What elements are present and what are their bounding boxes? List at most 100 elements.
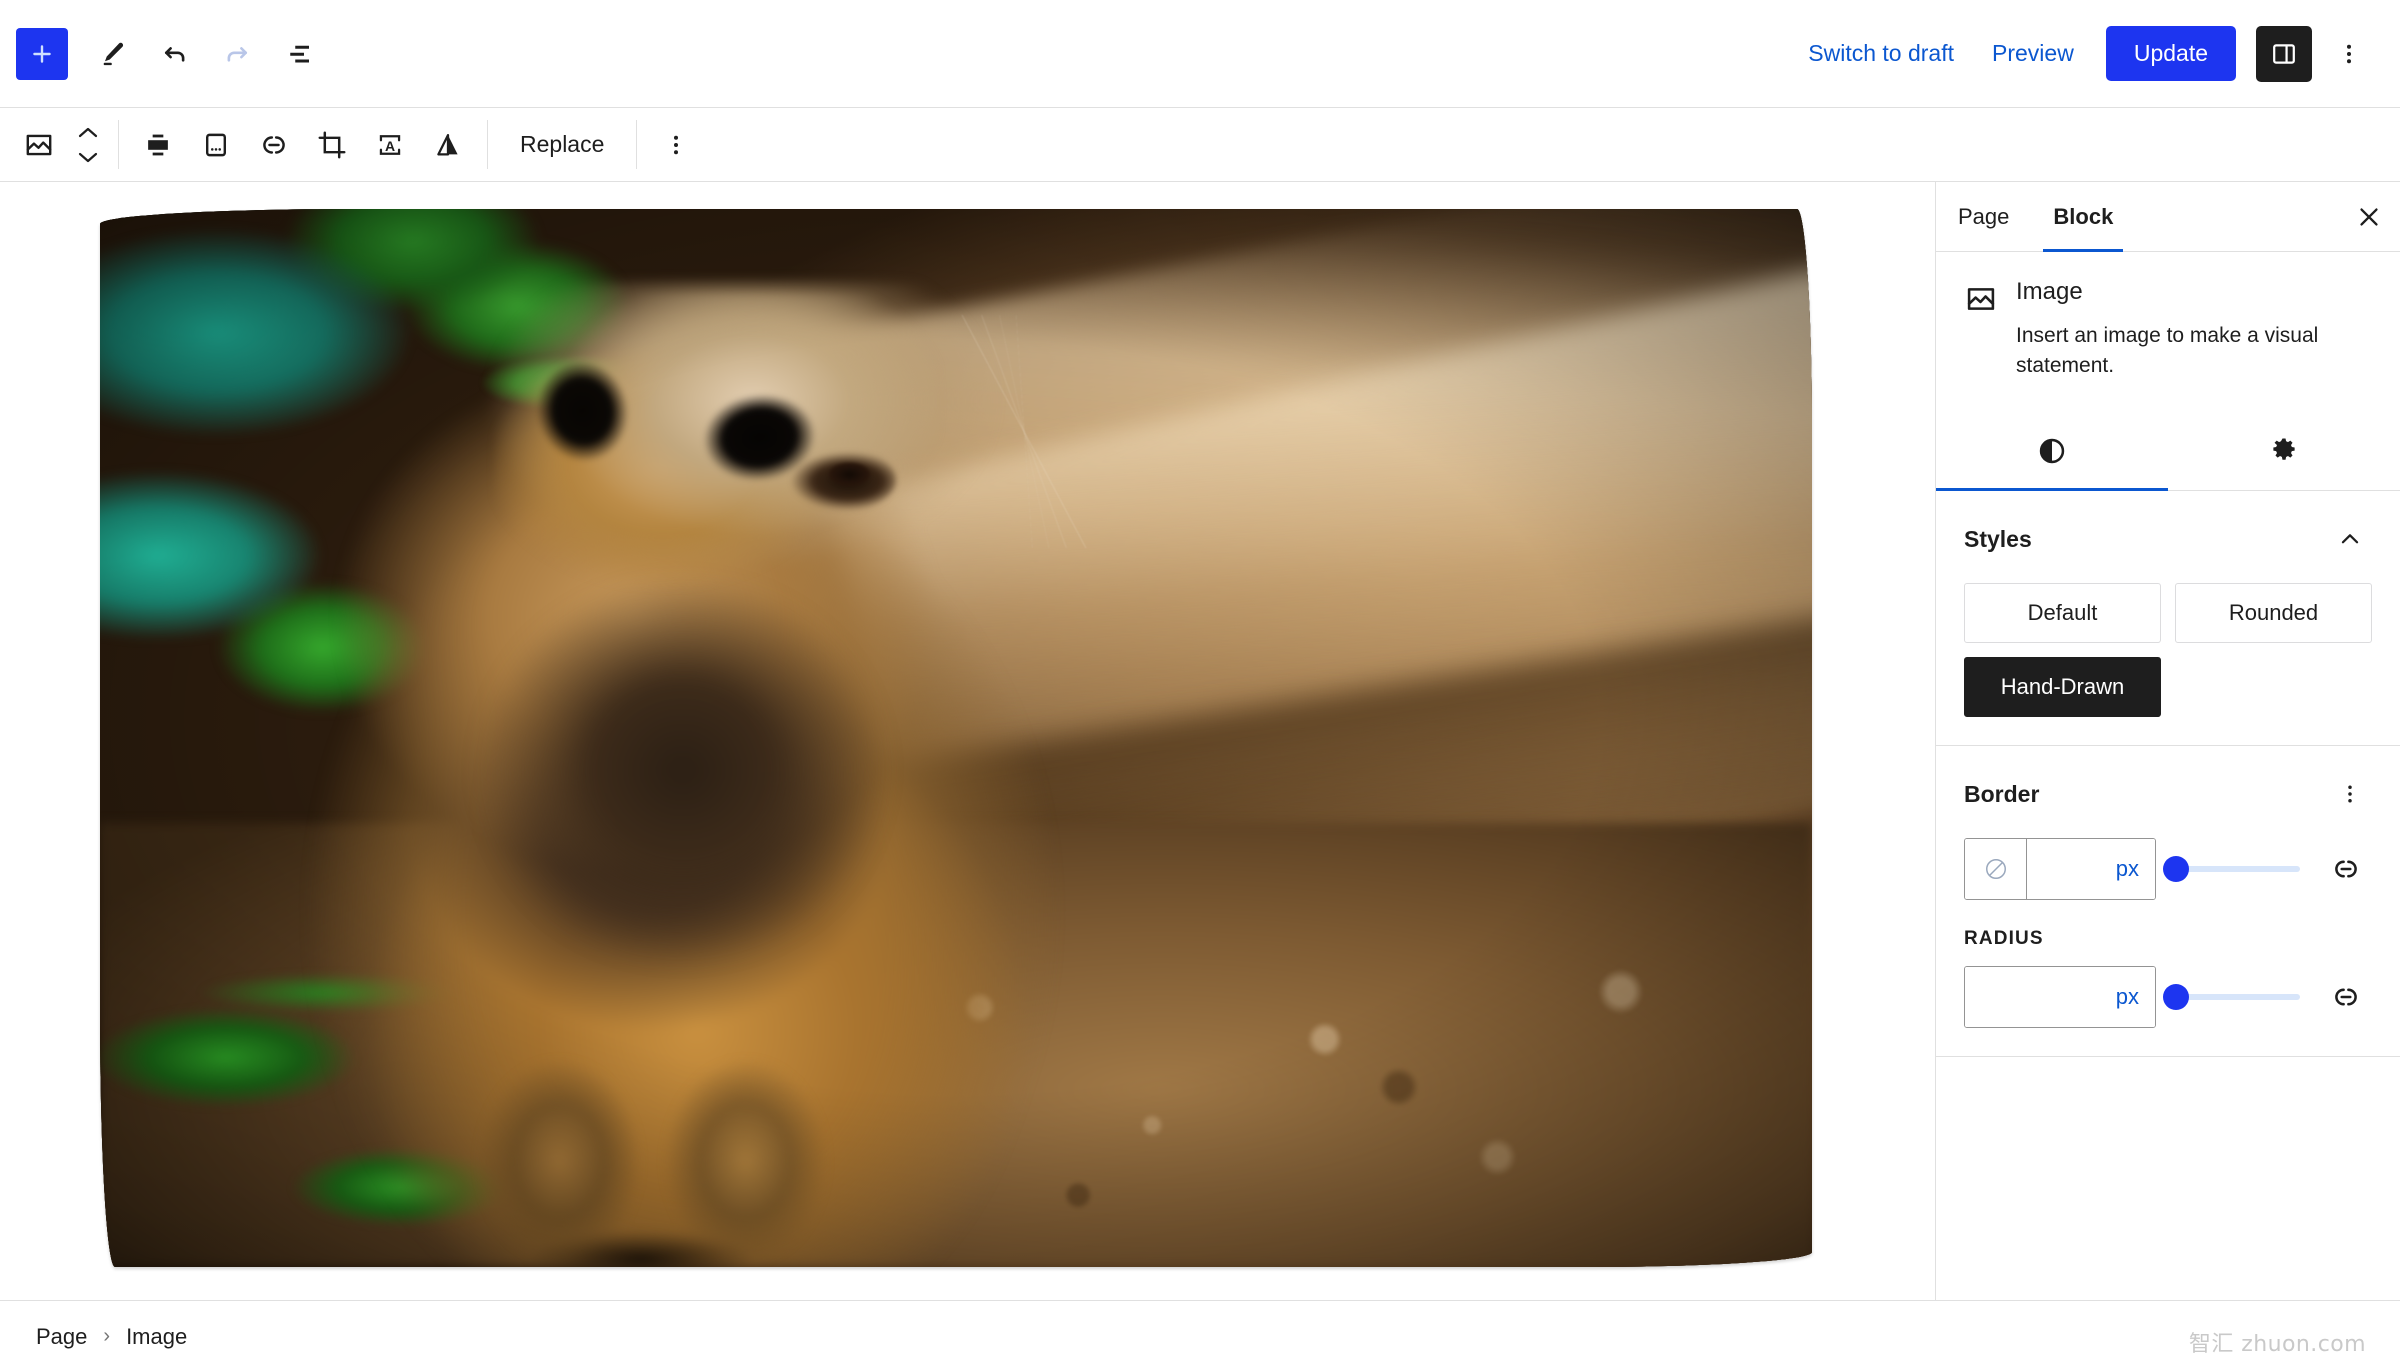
update-button[interactable]: Update [2105,26,2236,81]
top-bar-right-actions: Switch to draft Preview Update [1792,25,2400,82]
align-button[interactable] [129,116,187,174]
crop-icon [318,131,346,158]
block-format-group: A [119,108,487,181]
border-width-slider-wrap [2163,838,2300,900]
block-card: Image Insert an image to make a visual s… [1936,252,2400,390]
settings-sidebar-toggle-button[interactable] [2256,25,2312,82]
link-icon [263,135,285,154]
sidebar-icon-tab-bar [1936,412,2400,492]
gear-icon [2273,438,2295,461]
block-more-group [637,108,715,181]
switch-to-draft-button[interactable]: Switch to draft [1792,28,1970,79]
editor-body: Page Block Image Insert an image to make… [0,182,2400,1300]
align-options-button[interactable] [187,116,245,174]
unlink-icon [2335,860,2357,878]
text-over-image-button[interactable]: A [361,116,419,174]
plus-icon [33,44,51,63]
styles-panel-title: Styles [1964,525,2032,552]
top-bar-left-tools [0,25,328,83]
preview-button[interactable]: Preview [1976,28,2090,79]
border-width-unit-button[interactable]: px [2116,856,2139,882]
border-color-button[interactable] [1965,839,2027,900]
close-icon [2360,207,2378,226]
editor-footer: Page › Image 智汇 zhuon.com [0,1300,2400,1372]
meerkat-photo [100,209,1812,1267]
border-radius-input[interactable] [2037,984,2108,1011]
style-option-default[interactable]: Default [1964,583,2161,644]
redo-button[interactable] [208,25,266,83]
replace-group: Replace [488,108,636,181]
chevron-down-icon [78,152,98,162]
undo-icon [164,46,185,62]
border-radius-link-button[interactable] [2320,971,2372,1023]
border-radius-slider[interactable] [2163,984,2300,1011]
chevron-up-icon [2341,534,2359,544]
list-view-icon [290,45,309,62]
border-width-control: px [1964,838,2156,901]
breadcrumb-separator: › [103,1325,111,1347]
more-options-box-icon [206,133,226,156]
tools-button[interactable] [84,25,142,83]
text-in-box-icon: A [379,134,401,155]
tab-page[interactable]: Page [1936,182,2031,251]
kebab-menu-icon [2348,785,2352,803]
border-width-field: px [2027,839,2155,900]
image-icon [1967,288,1995,310]
block-card-icon-wrap [1964,278,1998,380]
image-hand-drawn-frame [100,209,1812,1267]
block-toolbar: A Replace [0,108,2400,182]
border-panel: Border px RADIUS px [1936,746,2400,1058]
border-radius-slider-wrap [2163,966,2300,1028]
move-block-button[interactable] [68,116,108,174]
crop-button[interactable] [303,116,361,174]
photo-vignette [100,209,1812,1267]
style-option-rounded[interactable]: Rounded [2175,583,2372,644]
image-block[interactable] [100,209,1812,1267]
sidebar-panel-icon [2273,43,2295,64]
border-radius-label: RADIUS [1964,928,2044,950]
editor-window: Switch to draft Preview Update A Replace… [0,0,2400,1372]
duotone-filter-button[interactable] [419,116,477,174]
border-width-link-button[interactable] [2320,843,2372,895]
tab-styles[interactable] [1936,412,2168,492]
border-panel-title: Border [1964,780,2040,807]
block-type-button[interactable] [10,116,68,174]
align-center-icon [148,134,168,155]
replace-button[interactable]: Replace [498,116,626,174]
border-width-slider-thumb[interactable] [2163,856,2189,883]
kebab-menu-icon [674,135,679,154]
styles-panel-header: Styles [1964,517,2372,561]
border-radius-unit-button[interactable]: px [2116,984,2139,1010]
border-panel-header: Border [1964,772,2372,816]
image-icon [26,134,52,155]
undo-button[interactable] [146,25,204,83]
breadcrumb-image[interactable]: Image [112,1316,201,1358]
link-button[interactable] [245,116,303,174]
contrast-icon [2039,439,2065,464]
style-options-grid: Default Rounded Hand-Drawn [1964,583,2372,718]
add-block-button[interactable] [16,27,68,80]
tab-block[interactable]: Block [2031,182,2135,252]
close-sidebar-button[interactable] [2338,182,2400,251]
style-option-hand-drawn[interactable]: Hand-Drawn [1964,657,2161,718]
editor-options-button[interactable] [2324,26,2374,82]
unlink-icon [2335,988,2357,1006]
border-width-slider[interactable] [2163,856,2300,883]
settings-sidebar: Page Block Image Insert an image to make… [1935,182,2400,1300]
document-overview-button[interactable] [270,25,328,83]
border-panel-options-button[interactable] [2328,772,2372,816]
pencil-icon [103,42,124,65]
sidebar-tab-bar: Page Block [1936,182,2400,252]
kebab-menu-icon [2346,44,2352,63]
border-width-input[interactable] [2037,856,2108,883]
block-card-title: Image [2016,278,2083,305]
styles-panel-collapse-button[interactable] [2328,517,2372,561]
editor-canvas[interactable] [0,182,1935,1300]
chevron-up-icon [78,127,98,137]
tab-settings[interactable] [2168,412,2400,490]
block-type-group [0,108,118,181]
breadcrumb-page[interactable]: Page [22,1316,101,1358]
border-radius-row: px [1964,966,2372,1029]
border-radius-slider-thumb[interactable] [2163,984,2189,1011]
block-options-button[interactable] [647,116,705,174]
